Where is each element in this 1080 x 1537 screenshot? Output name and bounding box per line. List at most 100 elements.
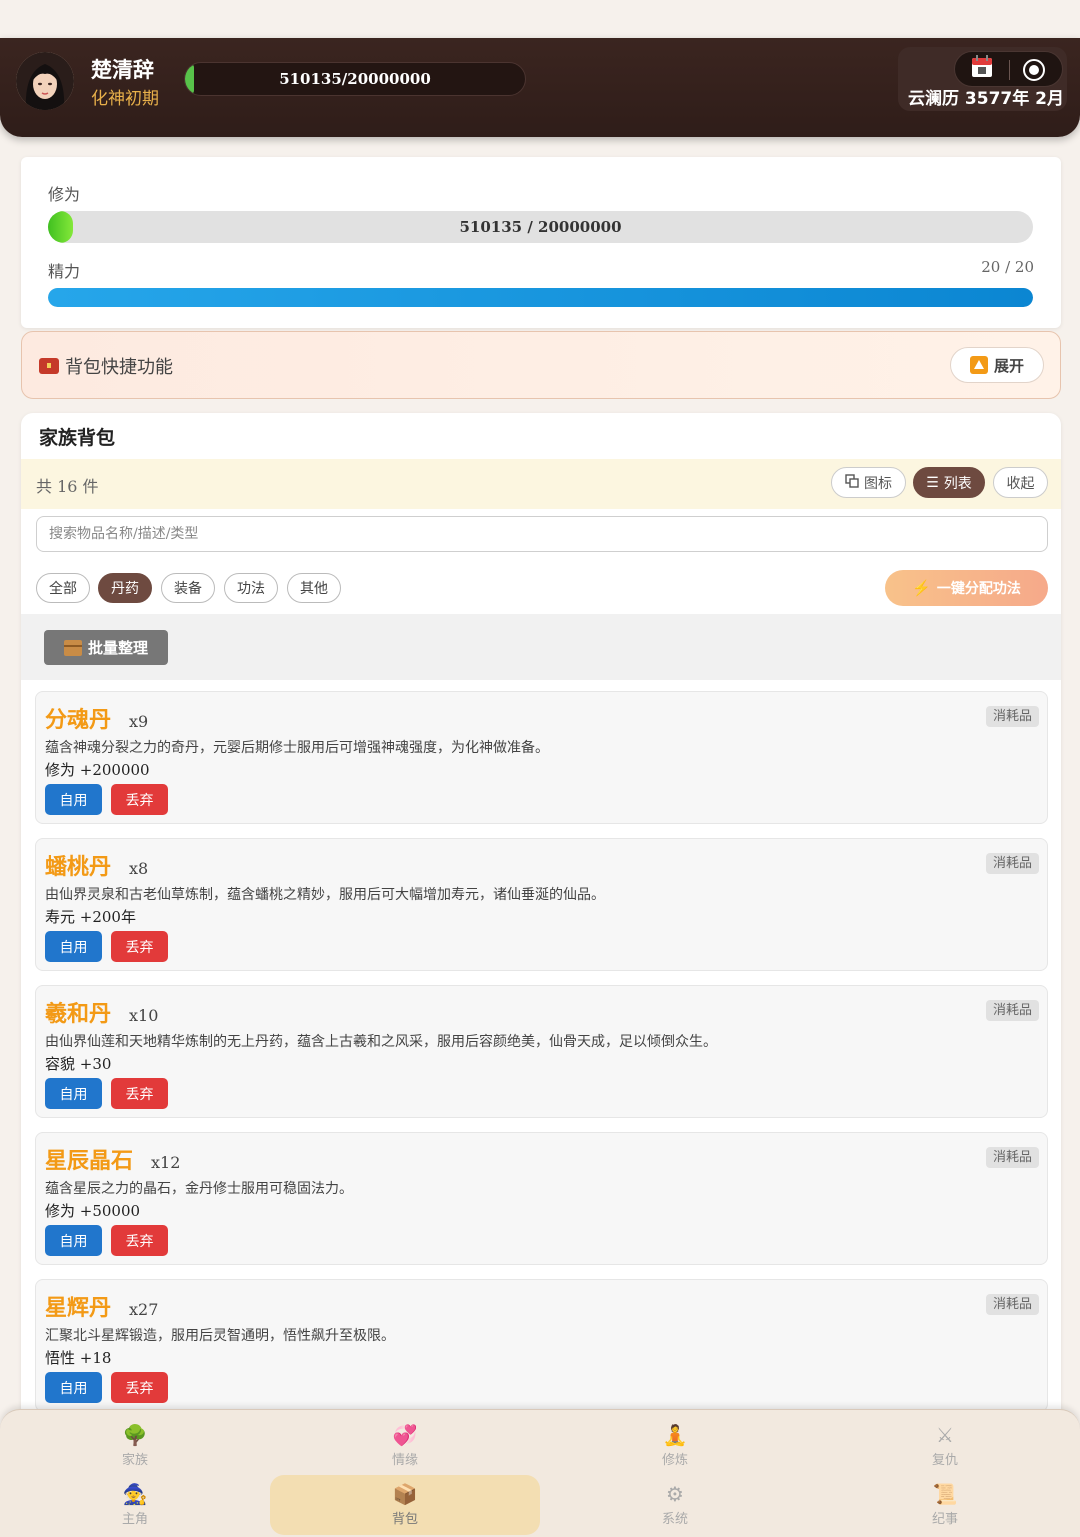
collapse-label: 收起 — [1006, 475, 1035, 492]
discard-button[interactable]: 丢弃 — [111, 931, 168, 962]
scroll-icon: 📜 — [932, 1482, 958, 1506]
nav-revenge[interactable]: ⚔ 复仇 — [810, 1416, 1080, 1476]
item-type-badge: 消耗品 — [985, 853, 1039, 874]
target-icon[interactable] — [1023, 59, 1045, 81]
nav-backpack[interactable]: 📦 背包 — [270, 1475, 540, 1535]
nav-label: 修炼 — [661, 1453, 688, 1468]
family-bag-panel: 家族背包 共 16 件 图标 ☰ 列表 收起 全部 丹药 装备 功法 其他 ⚡ … — [21, 413, 1061, 1537]
item-card: 蟠桃丹 x8 消耗品 由仙界灵泉和古老仙草炼制，蕴含蟠桃之精妙，服用后可大幅增加寿元，… — [35, 838, 1048, 971]
item-card: 星辉丹 x27 消耗品 汇聚北斗星辉锻造，服用后灵智通明，悟性飙升至极限。 悟性 +18… — [35, 1279, 1048, 1412]
energy-fill — [48, 288, 1033, 307]
filter-other[interactable]: 其他 — [287, 573, 341, 603]
item-name-text: 星辉丹 — [45, 1296, 112, 1321]
item-effect: 悟性 +18 — [45, 1349, 112, 1367]
nav-romance[interactable]: 💞 情缘 — [270, 1416, 540, 1476]
nav-label: 背包 — [391, 1512, 418, 1527]
nav-chronicle[interactable]: 📜 纪事 — [810, 1475, 1080, 1535]
item-type-badge: 消耗品 — [985, 1147, 1039, 1168]
nav-label: 情缘 — [391, 1453, 418, 1468]
item-name: 羲和丹 x10 — [45, 996, 158, 1028]
item-name: 星辰晶石 x12 — [45, 1143, 180, 1175]
item-effect: 寿元 +200年 — [45, 908, 136, 926]
item-name-text: 星辰晶石 — [45, 1149, 134, 1174]
auto-assign-button[interactable]: ⚡ 一键分配功法 — [885, 570, 1048, 606]
cultivation-bar: 510135 / 20000000 — [48, 211, 1033, 243]
calendar-icon[interactable] — [971, 55, 993, 79]
auto-assign-label: 一键分配功法 — [936, 581, 1021, 597]
energy-value: 20 / 20 — [981, 258, 1034, 276]
meditate-icon: 🧘 — [662, 1423, 688, 1447]
gear-icon: ⚙ — [666, 1482, 684, 1506]
search-input[interactable] — [37, 517, 1047, 551]
list-icon: ☰ — [926, 474, 939, 491]
use-button[interactable]: 自用 — [45, 931, 102, 962]
expand-label: 展开 — [993, 356, 1024, 375]
bottom-navigation: 🌳 家族 💞 情缘 🧘 修炼 ⚔ 复仇 🧙 主角 📦 背包 ⚙ 系统 📜 纪事 — [0, 1409, 1080, 1537]
use-button[interactable]: 自用 — [45, 784, 102, 815]
discard-button[interactable]: 丢弃 — [111, 1078, 168, 1109]
discard-button[interactable]: 丢弃 — [111, 784, 168, 815]
item-quantity: x27 — [129, 1300, 159, 1319]
package-icon — [63, 639, 82, 656]
collapse-button[interactable]: 收起 — [993, 467, 1048, 498]
calendar-panel: 云澜历 3577年 2月 — [898, 47, 1067, 111]
batch-organize-button[interactable]: 批量整理 — [44, 630, 168, 665]
quick-function-bar: 背包快捷功能 展开 — [21, 331, 1061, 399]
quick-function-label: 背包快捷功能 — [65, 357, 173, 378]
item-name: 星辉丹 x27 — [45, 1290, 158, 1322]
item-description: 蕴含星辰之力的晶石，金丹修士服用可稳固法力。 — [45, 1181, 353, 1197]
filter-equipment[interactable]: 装备 — [161, 573, 215, 603]
item-name-text: 羲和丹 — [45, 1002, 112, 1027]
batch-organize-label: 批量整理 — [87, 639, 148, 657]
filter-all[interactable]: 全部 — [36, 573, 90, 603]
item-type-badge: 消耗品 — [985, 706, 1039, 727]
item-quantity: x8 — [129, 859, 149, 878]
bag-title: 家族背包 — [39, 427, 116, 449]
list-view-label: 列表 — [943, 475, 972, 492]
item-quantity: x12 — [151, 1153, 181, 1172]
item-name: 蟠桃丹 x8 — [45, 849, 148, 881]
tool-separator — [1009, 60, 1010, 80]
item-card: 星辰晶石 x12 消耗品蕴含星辰之力的晶石，金丹修士服用可稳固法力。 修为 +5000… — [35, 1132, 1048, 1265]
nav-family[interactable]: 🌳 家族 — [0, 1416, 270, 1476]
discard-button[interactable]: 丢弃 — [111, 1225, 168, 1256]
list-view-button[interactable]: ☰ 列表 — [913, 467, 985, 498]
header-exp-text: 510135/20000000 — [279, 70, 431, 88]
item-quantity: x10 — [129, 1006, 159, 1025]
expand-button[interactable]: 展开 — [950, 347, 1044, 383]
top-header: 楚清辞 化神初期 510135/20000000 云澜历 3577年 2月 — [0, 38, 1080, 137]
nav-label: 系统 — [661, 1512, 688, 1527]
stats-card: 修为 510135 / 20000000 精力 20 / 20 — [21, 157, 1061, 328]
item-quantity: x9 — [129, 712, 149, 731]
item-effect: 容貌 +30 — [45, 1055, 112, 1073]
use-button[interactable]: 自用 — [45, 1225, 102, 1256]
item-name-text: 蟠桃丹 — [45, 855, 112, 880]
use-button[interactable]: 自用 — [45, 1372, 102, 1403]
energy-label: 精力 — [48, 262, 81, 281]
batch-strip: 批量整理 — [21, 614, 1061, 680]
avatar[interactable] — [16, 52, 74, 110]
item-card: 羲和丹 x10 消耗品 由仙界仙莲和天地精华炼制的无上丹药，蕴含上古羲和之风采，服用后… — [35, 985, 1048, 1118]
nav-label: 主角 — [121, 1512, 148, 1527]
nav-system[interactable]: ⚙ 系统 — [540, 1475, 810, 1535]
item-description: 汇聚北斗星辉锻造，服用后灵智通明，悟性飙升至极限。 — [45, 1328, 395, 1344]
character-name: 楚清辞 — [91, 58, 154, 82]
discard-button[interactable]: 丢弃 — [111, 1372, 168, 1403]
icon-view-button[interactable]: 图标 — [831, 467, 906, 498]
item-count: 共 16 件 — [36, 477, 99, 496]
grid-view-icon — [845, 473, 859, 492]
item-description: 由仙界仙莲和天地精华炼制的无上丹药，蕴含上古羲和之风采，服用后容颜绝美，仙骨天成… — [45, 1034, 717, 1050]
character-realm: 化神初期 — [91, 89, 159, 109]
search-box — [36, 516, 1048, 552]
header-exp-bar: 510135/20000000 — [184, 62, 526, 96]
energy-bar — [48, 288, 1033, 307]
use-button[interactable]: 自用 — [45, 1078, 102, 1109]
hearts-icon: 💞 — [392, 1423, 418, 1447]
item-name: 分魂丹 x9 — [45, 702, 148, 734]
nav-protagonist[interactable]: 🧙 主角 — [0, 1475, 270, 1535]
nav-cultivate[interactable]: 🧘 修炼 — [540, 1416, 810, 1476]
item-name-text: 分魂丹 — [45, 708, 112, 733]
item-effect: 修为 +50000 — [45, 1202, 141, 1220]
filter-pills[interactable]: 丹药 — [98, 573, 152, 603]
filter-techniques[interactable]: 功法 — [224, 573, 278, 603]
